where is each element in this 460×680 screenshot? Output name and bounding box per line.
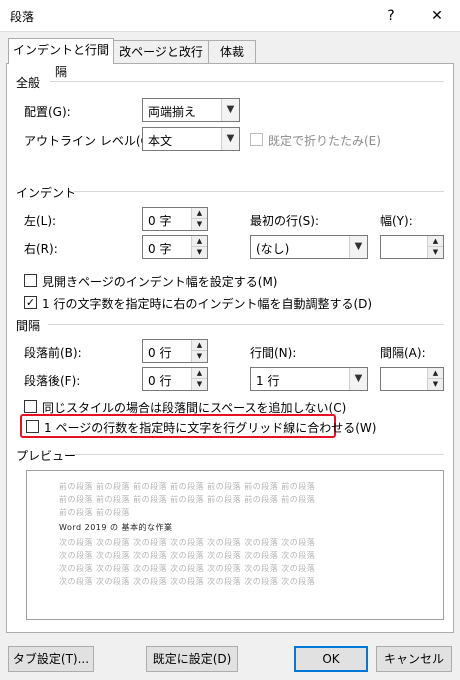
spin-down-icon[interactable]: ▼ xyxy=(191,379,207,390)
preview-prev-line: 前の段落 前の段落 xyxy=(59,508,131,517)
space-before-value: 0 行 xyxy=(148,346,172,360)
indent-heading: インデント xyxy=(16,186,77,200)
spin-down-icon[interactable]: ▼ xyxy=(191,219,207,230)
chevron-down-icon: ▼ xyxy=(221,99,239,121)
first-line-label: 最初の行(S): xyxy=(250,214,320,228)
first-line-value: (なし) xyxy=(256,242,290,256)
spin-down-icon[interactable]: ▼ xyxy=(191,247,207,258)
space-before-label: 段落前(B): xyxy=(24,346,82,360)
divider xyxy=(74,191,444,192)
snap-to-grid-label: 1 ページの行数を指定時に文字を行グリッド線に合わせる(W) xyxy=(44,421,377,435)
space-before-spinner[interactable]: 0 行 ▲ ▼ xyxy=(142,339,208,363)
divider xyxy=(50,81,444,82)
preview-current-line: Word 2019 の 基本的な作業 xyxy=(59,523,173,532)
tab-line-page-breaks[interactable]: 改ページと改行 xyxy=(113,40,209,64)
alignment-value: 両端揃え xyxy=(148,105,197,119)
width-spinner[interactable]: ▲ ▼ xyxy=(380,235,444,259)
outline-level-select[interactable]: 本文 ▼ xyxy=(142,127,240,151)
indent-right-spinner[interactable]: 0 字 ▲ ▼ xyxy=(142,235,208,259)
spin-down-icon[interactable]: ▼ xyxy=(427,379,443,390)
width-label: 幅(Y): xyxy=(380,214,413,228)
collapsed-checkbox[interactable] xyxy=(250,133,263,146)
preview-next-line: 次の段落 次の段落 次の段落 次の段落 次の段落 次の段落 次の段落 xyxy=(59,577,316,586)
no-space-same-style-checkbox[interactable] xyxy=(24,400,37,413)
collapsed-label: 既定で折りたたみ(E) xyxy=(268,134,381,148)
help-button[interactable]: ? xyxy=(368,0,414,32)
spin-up-icon[interactable]: ▲ xyxy=(191,208,207,219)
spin-up-icon[interactable]: ▲ xyxy=(427,236,443,247)
indent-left-spinner[interactable]: 0 字 ▲ ▼ xyxy=(142,207,208,231)
line-spacing-select[interactable]: 1 行 ▼ xyxy=(250,367,368,391)
dialog-title: 段落 xyxy=(10,10,35,24)
divider xyxy=(48,324,444,325)
close-button[interactable]: ✕ xyxy=(414,0,460,32)
divider xyxy=(70,454,444,455)
preview-next-line: 次の段落 次の段落 次の段落 次の段落 次の段落 次の段落 次の段落 xyxy=(59,551,316,560)
at-label: 間隔(A): xyxy=(380,346,426,360)
mirror-indents-checkbox[interactable] xyxy=(24,274,37,287)
at-spinner[interactable]: ▲ ▼ xyxy=(380,367,444,391)
alignment-select[interactable]: 両端揃え ▼ xyxy=(142,98,240,122)
ok-button[interactable]: OK xyxy=(294,646,368,672)
preview-next-line: 次の段落 次の段落 次の段落 次の段落 次の段落 次の段落 次の段落 xyxy=(59,538,316,547)
preview-next-line: 次の段落 次の段落 次の段落 次の段落 次の段落 次の段落 次の段落 xyxy=(59,564,316,573)
preview-prev-line: 前の段落 前の段落 前の段落 前の段落 前の段落 前の段落 前の段落 xyxy=(59,495,316,504)
line-spacing-value: 1 行 xyxy=(256,374,280,388)
chevron-down-icon: ▼ xyxy=(221,128,239,150)
indent-right-value: 0 字 xyxy=(148,242,172,256)
first-line-select[interactable]: (なし) ▼ xyxy=(250,235,368,259)
spin-up-icon[interactable]: ▲ xyxy=(427,368,443,379)
auto-adjust-checkbox[interactable]: ✓ xyxy=(24,296,37,309)
tabs-button[interactable]: タブ設定(T)... xyxy=(8,646,94,672)
tab-indent-spacing[interactable]: インデントと行間隔 xyxy=(8,38,114,79)
snap-to-grid-checkbox[interactable] xyxy=(26,420,39,433)
outline-level-value: 本文 xyxy=(148,134,173,148)
indent-left-label: 左(L): xyxy=(24,214,57,228)
mirror-indents-label: 見開きページのインデント幅を設定する(M) xyxy=(42,275,278,289)
general-heading: 全般 xyxy=(16,76,41,90)
chevron-down-icon: ▼ xyxy=(349,368,367,390)
space-after-spinner[interactable]: 0 行 ▲ ▼ xyxy=(142,367,208,391)
line-spacing-label: 行間(N): xyxy=(250,346,297,360)
spin-up-icon[interactable]: ▲ xyxy=(191,236,207,247)
indent-right-label: 右(R): xyxy=(24,242,58,256)
chevron-down-icon: ▼ xyxy=(349,236,367,258)
tab-asian-typography[interactable]: 体裁 xyxy=(208,40,256,64)
spin-up-icon[interactable]: ▲ xyxy=(191,340,207,351)
spin-up-icon[interactable]: ▲ xyxy=(191,368,207,379)
spacing-heading: 間隔 xyxy=(16,319,41,333)
space-after-label: 段落後(F): xyxy=(24,374,81,388)
alignment-label: 配置(G): xyxy=(24,105,71,119)
cancel-button[interactable]: キャンセル xyxy=(376,646,452,672)
preview-prev-line: 前の段落 前の段落 前の段落 前の段落 前の段落 前の段落 前の段落 xyxy=(59,482,316,491)
outline-level-label: アウトライン レベル(O): xyxy=(24,134,159,148)
spin-down-icon[interactable]: ▼ xyxy=(427,247,443,258)
indent-left-value: 0 字 xyxy=(148,214,172,228)
preview-pane: 前の段落 前の段落 前の段落 前の段落 前の段落 前の段落 前の段落 前の段落 … xyxy=(26,470,444,620)
auto-adjust-label: 1 行の文字数を指定時に右のインデント幅を自動調整する(D) xyxy=(42,297,373,311)
spin-down-icon[interactable]: ▼ xyxy=(191,351,207,362)
space-after-value: 0 行 xyxy=(148,374,172,388)
preview-heading: プレビュー xyxy=(16,449,77,463)
set-default-button[interactable]: 既定に設定(D) xyxy=(146,646,238,672)
